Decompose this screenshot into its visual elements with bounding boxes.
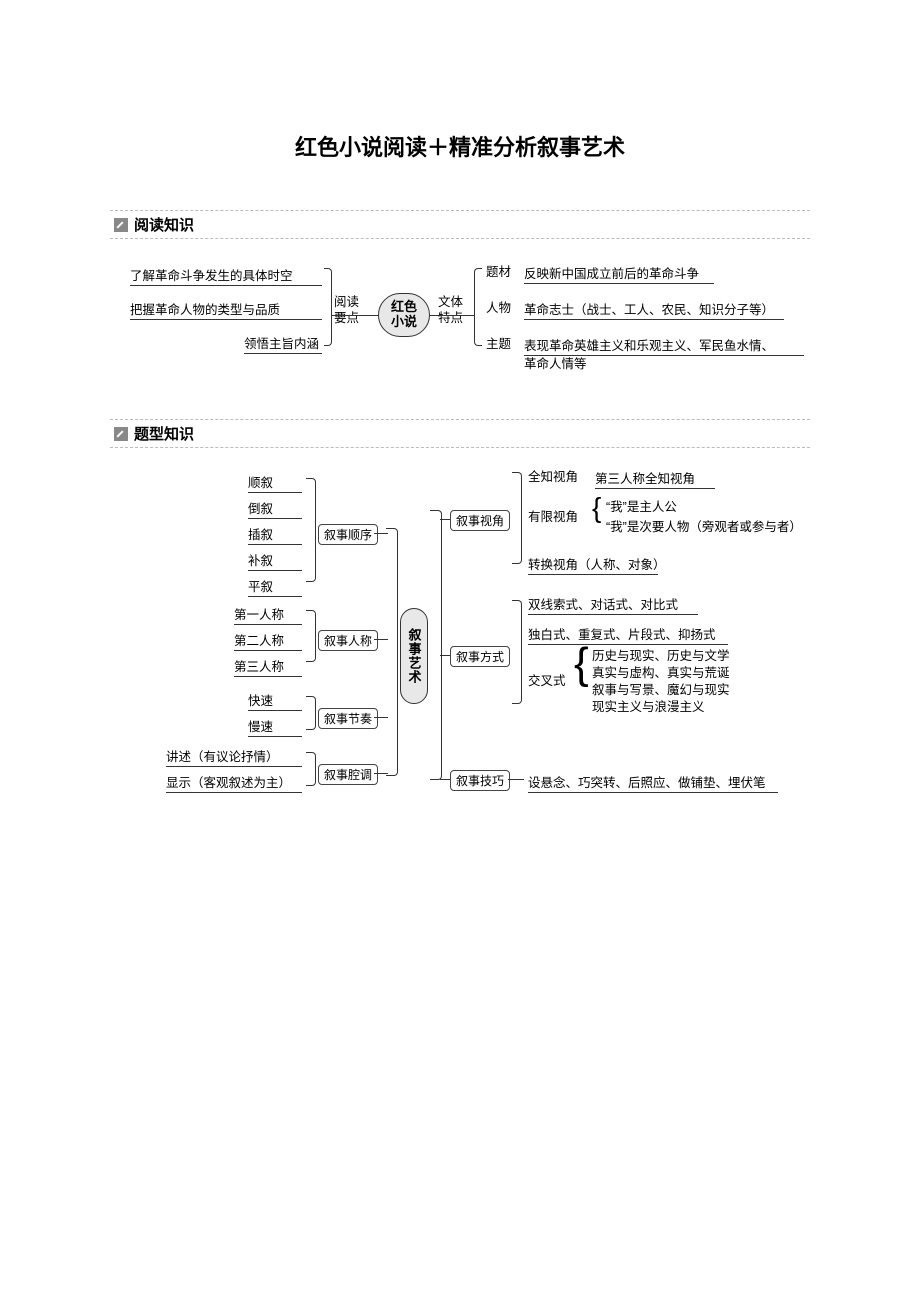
diagram-reading-knowledge: 红色 小说 阅读 要点 文体 特点 了解革命斗争发生的具体时空 把握革命人物的类… [0, 253, 920, 393]
node-order: 叙事顺序 [318, 524, 378, 545]
bracket-icon [386, 528, 398, 776]
leaf: “我”是次要人物（旁观者或参与者） [606, 516, 802, 535]
leaf: 历史与现实、历史与文学 真实与虚构、真实与荒诞 叙事与写景、魔幻与现实 现实主义… [592, 648, 730, 716]
leaf: 设悬念、巧突转、后照应、做铺垫、埋伏笔 [528, 772, 778, 793]
leaf: 平叙 [248, 576, 302, 597]
node-tone: 叙事腔调 [318, 764, 378, 785]
right-text: 反映新中国成立前后的革命斗争 [524, 263, 714, 284]
leaf: 有限视角 [528, 506, 578, 525]
label-style-features: 文体 特点 [438, 295, 463, 326]
left-item: 了解革命斗争发生的具体时空 [130, 265, 322, 286]
leaf: 慢速 [248, 716, 302, 737]
section1-label: 阅读知识 [134, 214, 194, 235]
bracket-icon [306, 752, 316, 786]
bracket-icon [430, 510, 442, 780]
bracket-icon [474, 268, 482, 346]
connector [508, 779, 524, 780]
check-icon [114, 427, 128, 441]
center-narrative-art: 叙事艺术 [400, 608, 428, 704]
leaf: 顺叙 [248, 472, 302, 493]
leaf: 双线索式、对话式、对比式 [528, 594, 698, 615]
check-icon [114, 218, 128, 232]
right-text: 革命人情等 [524, 353, 587, 372]
brace-icon: { [574, 642, 589, 686]
label-reading-points: 阅读 要点 [334, 295, 359, 326]
node-person: 叙事人称 [318, 630, 378, 651]
page-title: 红色小说阅读＋精准分析叙事艺术 [0, 0, 920, 162]
brace-icon: { [592, 494, 601, 522]
section2-label: 题型知识 [134, 423, 194, 444]
node-rhythm: 叙事节奏 [318, 708, 378, 729]
leaf: 交叉式 [528, 670, 566, 689]
leaf: 独白式、重复式、片段式、抑扬式 [528, 624, 728, 645]
leaf: 第二人称 [234, 630, 302, 651]
leaf: “我”是主人公 [606, 496, 677, 515]
leaf: 补叙 [248, 550, 302, 571]
left-item: 把握革命人物的类型与品质 [130, 299, 322, 320]
leaf: 讲述（有议论抒情） [166, 746, 302, 767]
node-method: 叙事方式 [450, 646, 510, 667]
bracket-icon [306, 610, 316, 662]
bracket-icon [324, 268, 332, 346]
leaf: 第三人称 [234, 656, 302, 677]
bracket-icon [306, 478, 316, 582]
center-red-novel: 红色 小说 [378, 293, 430, 337]
right-head: 题材 [486, 261, 511, 280]
leaf: 显示（客观叙述为主） [166, 772, 302, 793]
section-header-question: 题型知识 [110, 419, 810, 448]
leaf: 转换视角（人称、对象） [528, 554, 658, 575]
leaf: 第一人称 [234, 604, 302, 625]
node-technique: 叙事技巧 [450, 770, 510, 791]
diagram-narrative-art: 叙事艺术 叙事顺序 顺叙 倒叙 插叙 补叙 平叙 叙事人称 第一人称 第二人称 … [0, 458, 920, 838]
leaf: 倒叙 [248, 498, 302, 519]
leaf: 第三人称全知视角 [595, 468, 715, 489]
node-viewpoint: 叙事视角 [450, 510, 510, 531]
right-head: 主题 [486, 333, 511, 352]
right-text: 革命志士（战士、工人、农民、知识分子等） [524, 299, 784, 320]
bracket-icon [512, 472, 522, 564]
leaf: 快速 [248, 690, 302, 711]
section-header-reading: 阅读知识 [110, 210, 810, 239]
left-item: 领悟主旨内涵 [244, 333, 322, 354]
leaf: 全知视角 [528, 466, 578, 485]
right-head: 人物 [486, 297, 511, 316]
bracket-icon [306, 696, 316, 730]
leaf: 插叙 [248, 524, 302, 545]
bracket-icon [512, 600, 522, 704]
